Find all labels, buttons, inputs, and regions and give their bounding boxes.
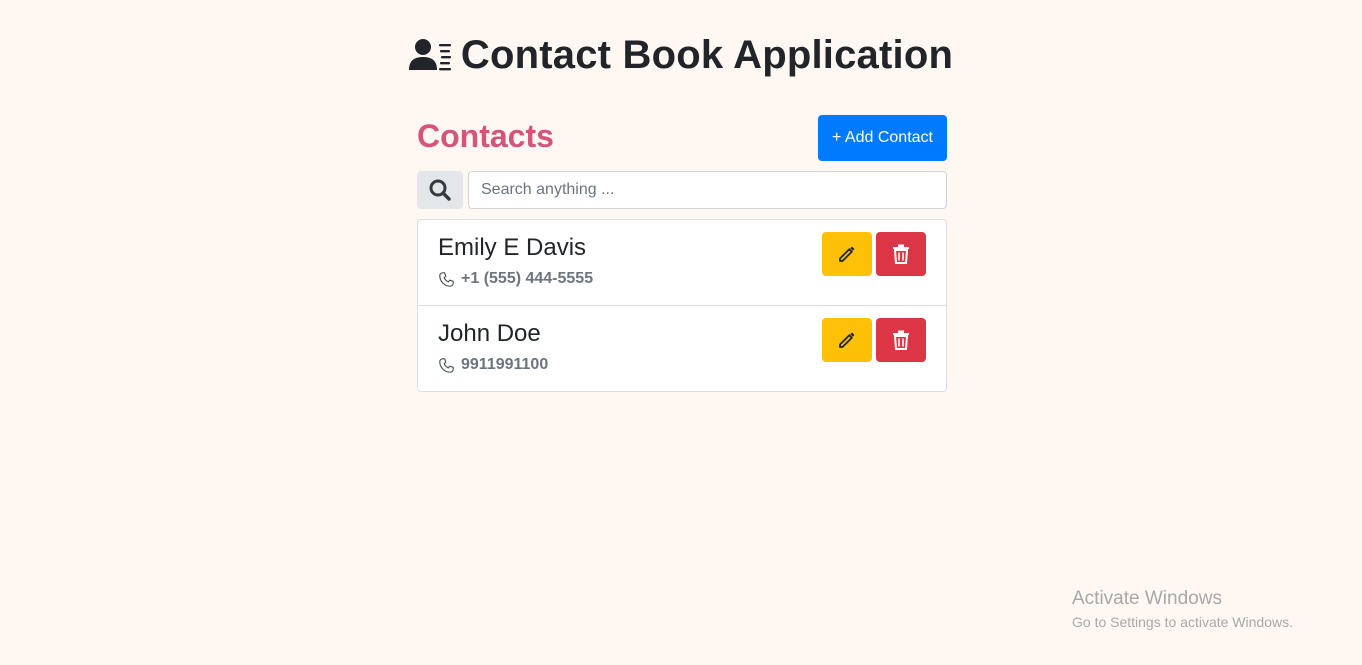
add-contact-button[interactable]: + Add Contact (818, 115, 947, 161)
phone-icon (439, 357, 454, 373)
pencil-icon (839, 246, 855, 262)
edit-contact-button[interactable] (822, 232, 872, 276)
delete-contact-button[interactable] (876, 232, 926, 276)
contact-phone: +1 (555) 444-5555 (461, 270, 594, 287)
contact-actions (822, 318, 926, 362)
page: Contact Book Application Contacts + Add … (0, 0, 1362, 665)
phone-icon (439, 271, 454, 287)
edit-contact-button[interactable] (822, 318, 872, 362)
watermark-subtitle: Go to Settings to activate Windows. (1072, 614, 1293, 630)
section-title: Contacts (417, 118, 554, 154)
search-bar (417, 171, 947, 209)
search-icon (429, 179, 451, 201)
search-input[interactable] (468, 171, 947, 209)
page-title: Contact Book Application (460, 33, 954, 77)
pencil-icon (839, 332, 855, 348)
delete-contact-button[interactable] (876, 318, 926, 362)
search-button[interactable] (417, 171, 463, 209)
contact-actions (822, 232, 926, 276)
contacts-panel: Contacts + Add Contact Emily E Davis +1 … (417, 115, 947, 392)
contact-list-item: John Doe 9911991100 (418, 305, 946, 391)
watermark-title: Activate Windows (1072, 588, 1222, 609)
contact-list: Emily E Davis +1 (555) 444-5555 John Doe… (417, 219, 947, 392)
trash-icon (893, 244, 909, 264)
contact-phone: 9911991100 (461, 356, 549, 373)
contact-list-item: Emily E Davis +1 (555) 444-5555 (418, 220, 946, 305)
windows-activation-watermark: Activate Windows Go to Settings to activ… (1072, 588, 1293, 632)
app-header: Contact Book Application (0, 30, 1362, 80)
contacts-header: Contacts + Add Contact (417, 115, 947, 161)
trash-icon (893, 330, 909, 350)
address-book-icon (408, 38, 451, 72)
